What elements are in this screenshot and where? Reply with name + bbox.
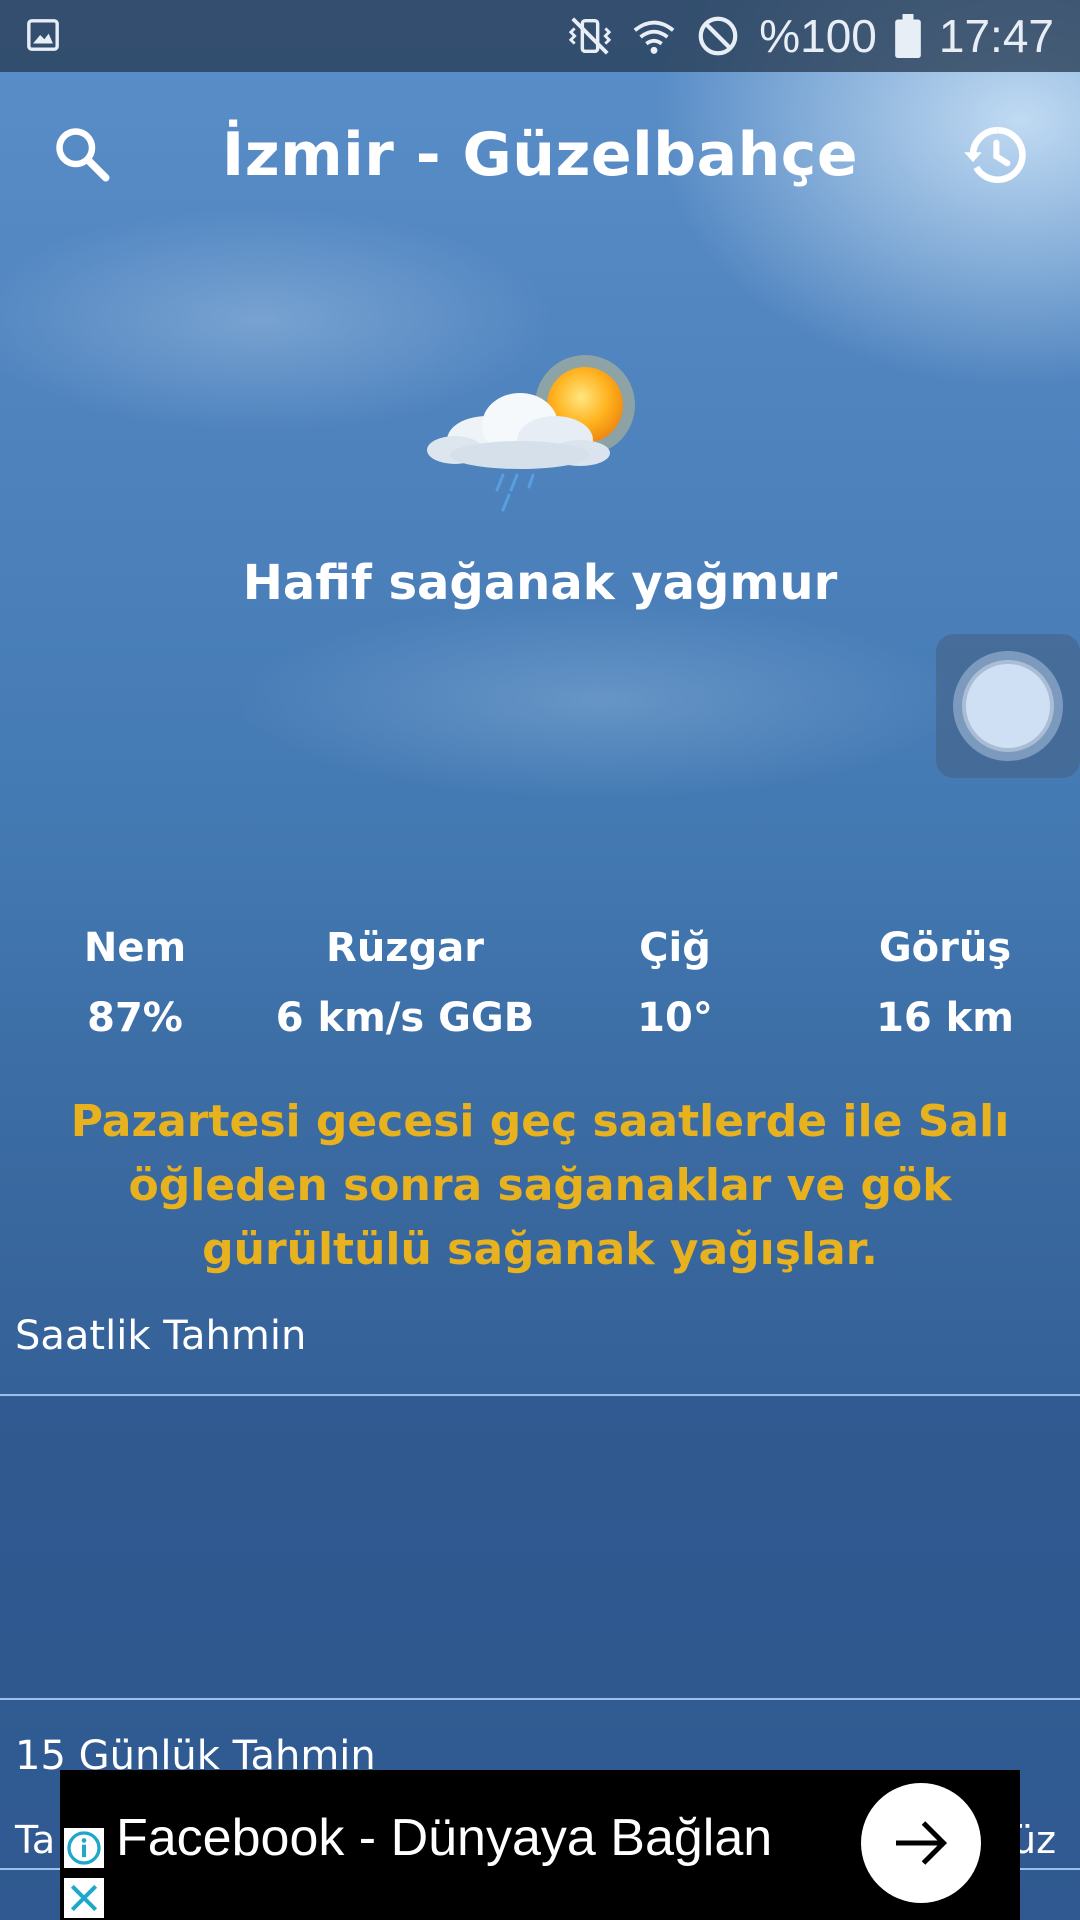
history-icon[interactable] <box>962 122 1028 188</box>
stat-label: Rüzgar <box>326 925 484 971</box>
stat-dew-point: Çiğ 10° <box>545 920 805 1046</box>
wifi-icon <box>633 20 675 54</box>
divider <box>0 1698 1080 1700</box>
vibrate-mute-icon <box>569 17 612 55</box>
arrow-right-icon <box>896 1821 948 1865</box>
divider <box>0 1394 1080 1396</box>
hourly-forecast-list[interactable] <box>0 1397 1080 1697</box>
do-not-disturb-icon <box>698 16 738 56</box>
forecast-summary: Pazartesi gecesi geç saatlerde ile Salı … <box>70 1096 1010 1275</box>
ad-text[interactable]: Facebook - Dünyaya Bağlan <box>116 1808 772 1868</box>
status-bar: %100 17:47 <box>0 0 1080 72</box>
app-header: İzmir - Güzelbahçe <box>0 72 1080 242</box>
weather-stats: Nem 87% Rüzgar 6 km/s GGB Çiğ 10° Görüş … <box>0 920 1080 1050</box>
stat-value: 87% <box>87 995 183 1041</box>
stat-label: Çiğ <box>639 925 711 971</box>
gallery-icon <box>27 19 59 51</box>
daily-tab-left[interactable]: Ta <box>15 1818 55 1862</box>
stat-value: 10° <box>637 995 713 1041</box>
stat-wind: Rüzgar 6 km/s GGB <box>275 920 535 1046</box>
stat-value: 16 km <box>876 995 1014 1041</box>
ad-info-icon[interactable] <box>64 1828 104 1868</box>
stat-label: Görüş <box>878 925 1012 971</box>
location-title[interactable]: İzmir - Güzelbahçe <box>0 120 1080 190</box>
ad-banner[interactable]: Facebook - Dünyaya Bağlan <box>60 1770 1020 1920</box>
battery-icon <box>895 14 921 58</box>
partly-cloudy-rain-icon <box>427 355 635 512</box>
assistive-touch-button[interactable] <box>936 634 1080 778</box>
clock: 17:47 <box>938 10 1054 62</box>
stat-value: 6 km/s GGB <box>275 995 535 1041</box>
ad-cta-button[interactable] <box>861 1783 981 1903</box>
stat-humidity: Nem 87% <box>5 920 265 1046</box>
stat-label: Nem <box>83 925 187 971</box>
stat-visibility: Görüş 16 km <box>815 920 1075 1046</box>
ad-close-icon[interactable] <box>64 1878 104 1918</box>
hourly-forecast-title: Saatlik Tahmin <box>15 1313 307 1359</box>
battery-percentage: %100 <box>759 10 877 62</box>
weather-condition: Hafif sağanak yağmur <box>242 555 838 611</box>
